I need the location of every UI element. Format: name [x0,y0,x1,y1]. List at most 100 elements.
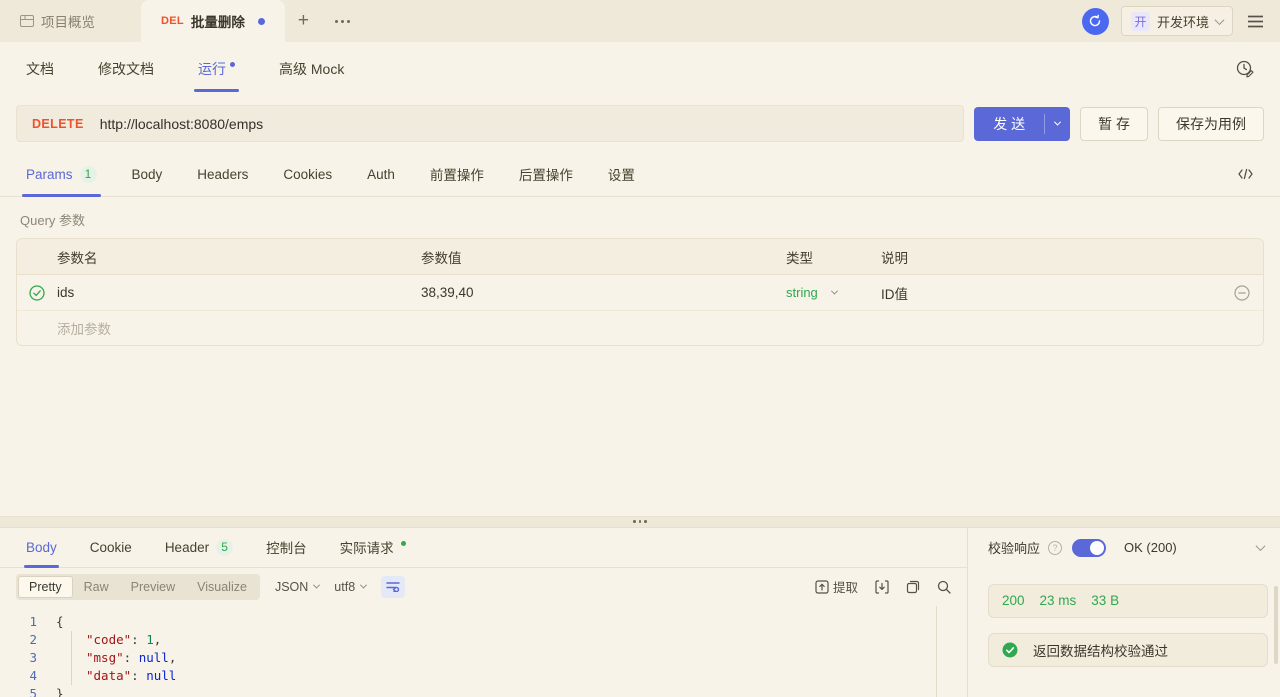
tab-pre-operations[interactable]: 前置操作 [430,152,484,196]
line-number: 1 [0,613,56,631]
env-name: 开发环境 [1157,12,1209,31]
tab-response-cookie[interactable]: Cookie [90,528,132,567]
search-icon [937,580,951,594]
save-as-case-button[interactable]: 保存为用例 [1158,107,1264,141]
tab-console[interactable]: 控制台 [266,528,307,567]
encoding-select[interactable]: utf8 [334,580,366,594]
mode-visualize[interactable]: Visualize [186,576,258,598]
topbar-right: 开 开发环境 [1082,0,1280,42]
tab-settings[interactable]: 设置 [608,152,635,196]
method-label: DELETE [32,117,84,131]
tab-response-header[interactable]: Header 5 [165,528,233,567]
format-select[interactable]: JSON [275,580,319,594]
chevron-down-icon [1215,15,1225,25]
validation-panel: 校验响应 ? OK (200) 200 23 ms 33 B 返回数据结构校验通… [968,528,1280,697]
response-code-editor[interactable]: 1{2"code": 1,3"msg": null,4"data": null5… [0,606,967,697]
url-text: http://localhost:8080/emps [100,116,263,132]
tab-auth[interactable]: Auth [367,152,395,196]
environment-selector[interactable]: 开 开发环境 [1121,6,1233,36]
tab-project-overview[interactable]: 项目概览 [0,0,115,42]
validation-status: OK (200) [1124,540,1177,555]
copy-icon [906,580,920,594]
menu-button[interactable] [1245,15,1266,28]
chevron-down-icon[interactable] [1256,541,1266,551]
tab-label: Auth [367,167,395,182]
tab-label: 修改文档 [98,59,154,79]
param-type-select[interactable]: string [786,285,881,300]
project-overview-icon [20,15,34,27]
type-value: string [786,285,818,300]
code-line: 4"data": null [0,667,967,685]
tab-advanced-mock[interactable]: 高级 Mock [279,42,344,95]
url-input[interactable]: DELETE http://localhost:8080/emps [16,105,964,142]
tab-post-operations[interactable]: 后置操作 [519,152,573,196]
code-text: "msg": null, [56,649,176,667]
send-button[interactable]: 发 送 [974,107,1044,141]
more-tabs-button[interactable] [322,0,363,42]
col-name: 参数名 [57,247,421,267]
tab-response-body[interactable]: Body [26,528,57,567]
history-button[interactable] [1235,59,1254,78]
encoding-value: utf8 [334,580,355,594]
tab-edit-docs[interactable]: 修改文档 [98,42,154,95]
response-tab-bar: Body Cookie Header 5 控制台 实际请求 [0,528,967,568]
extract-button[interactable]: 提取 [815,577,858,596]
query-params-table: 参数名 参数值 类型 说明 ids 38,39,40 string ID值 添加… [16,238,1264,346]
download-icon [875,580,889,594]
param-name-cell[interactable]: ids [57,285,421,300]
tab-body[interactable]: Body [132,152,163,196]
scrollbar[interactable] [1274,586,1278,664]
tab-label: Header [165,540,209,555]
add-param-row[interactable]: 添加参数 [17,311,1263,345]
code-line: 2"code": 1, [0,631,967,649]
col-type: 类型 [786,247,881,267]
code-text: "data": null [56,667,176,685]
check-circle-icon [1002,642,1018,658]
send-options-button[interactable] [1045,107,1070,141]
code-line: 3"msg": null, [0,649,967,667]
toggle-knob [1090,541,1104,555]
stash-button[interactable]: 暂 存 [1080,107,1148,141]
tab-headers[interactable]: Headers [197,152,248,196]
enabled-check-icon[interactable] [29,285,45,301]
download-button[interactable] [875,580,889,594]
validation-toggle[interactable] [1072,539,1106,557]
tab-title: 批量删除 [191,11,245,31]
doc-tab-bar: 文档 修改文档 运行 高级 Mock [0,42,1280,95]
word-wrap-button[interactable] [381,576,405,598]
code-view-button[interactable] [1237,168,1254,180]
search-button[interactable] [937,580,951,594]
copy-button[interactable] [906,580,920,594]
mode-preview[interactable]: Preview [120,576,186,598]
panel-splitter[interactable] [0,516,1280,528]
line-number: 2 [0,631,56,649]
tab-actual-request[interactable]: 实际请求 [340,528,406,567]
actual-request-dot [401,541,406,546]
tab-label: Headers [197,167,248,182]
tab-cookies[interactable]: Cookies [283,152,332,196]
tab-params[interactable]: Params 1 [26,152,97,196]
sync-icon [1088,14,1102,28]
code-line: 5} [0,685,967,697]
tab-label: Params [26,167,73,182]
sync-button[interactable] [1082,8,1109,35]
mode-pretty[interactable]: Pretty [18,576,73,598]
tab-label: 高级 Mock [279,59,344,79]
new-tab-button[interactable]: + [285,0,322,42]
remove-row-icon[interactable] [1234,285,1250,301]
tab-batch-delete[interactable]: DEL 批量删除 [141,0,285,42]
tab-label: Cookie [90,540,132,555]
params-count-badge: 1 [80,166,97,183]
param-description-cell[interactable]: ID值 [881,283,1221,303]
tab-run[interactable]: 运行 [198,42,235,95]
tab-label: 后置操作 [519,164,573,184]
mode-raw[interactable]: Raw [73,576,120,598]
param-value-cell[interactable]: 38,39,40 [421,285,786,300]
hamburger-icon [1247,15,1264,28]
request-tab-bar: Params 1 Body Headers Cookies Auth 前置操作 … [0,152,1280,197]
help-icon[interactable]: ? [1048,541,1062,555]
tab-docs[interactable]: 文档 [26,42,54,95]
schema-validation-card: 返回数据结构校验通过 [988,633,1268,667]
format-value: JSON [275,580,308,594]
tab-label: 设置 [608,164,635,184]
